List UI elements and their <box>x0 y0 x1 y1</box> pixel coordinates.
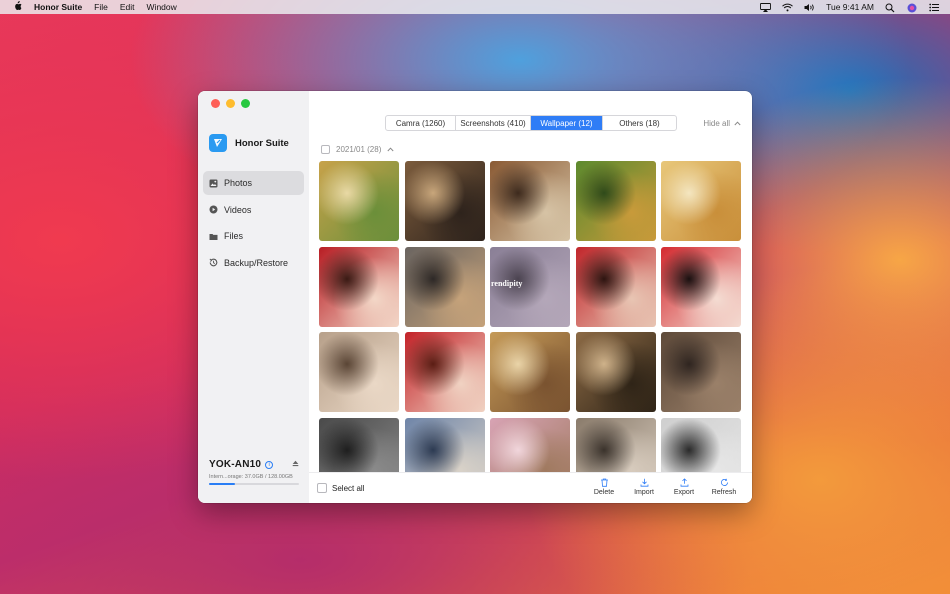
select-all-checkbox[interactable] <box>317 483 327 493</box>
tab-screenshots[interactable]: Screenshots (410) <box>456 116 531 130</box>
menu-edit[interactable]: Edit <box>120 2 135 12</box>
info-icon[interactable]: i <box>265 460 274 469</box>
sidebar-item-label: Photos <box>224 178 253 188</box>
hide-all-label: Hide all <box>703 119 730 128</box>
refresh-label: Refresh <box>711 489 737 496</box>
photo-thumbnail[interactable] <box>575 161 656 241</box>
storage-bar-fill <box>209 483 236 485</box>
photo-thumbnail[interactable] <box>661 332 741 412</box>
photo-thumbnail[interactable] <box>661 161 741 241</box>
sidebar-item-videos[interactable]: Videos <box>203 198 304 222</box>
refresh-button[interactable]: Refresh <box>704 478 744 496</box>
photo-thumbnail[interactable] <box>490 417 570 473</box>
storage-bar <box>209 483 299 485</box>
close-window-button[interactable] <box>211 99 220 108</box>
sidebar-item-label: Videos <box>224 204 252 215</box>
collapse-group-chevron-icon[interactable] <box>387 145 394 154</box>
photo-thumbnail[interactable] <box>404 332 485 412</box>
delete-label: Delete <box>593 489 615 496</box>
sidebar-item-backup-restore[interactable]: Backup/Restore <box>203 251 304 275</box>
photo-grid: rendipity <box>319 161 743 473</box>
trash-icon <box>600 478 608 487</box>
hide-all-button[interactable]: Hide all <box>703 119 741 128</box>
folder-icon <box>209 232 218 241</box>
honor-suite-logo-icon <box>209 134 227 152</box>
control-center-icon[interactable] <box>929 3 940 12</box>
menu-window[interactable]: Window <box>147 2 177 12</box>
photo-thumbnail[interactable] <box>661 417 741 473</box>
brand-name: Honor Suite <box>235 137 289 149</box>
refresh-icon <box>720 478 728 486</box>
airplay-icon[interactable] <box>760 2 772 12</box>
window-controls <box>211 99 250 108</box>
tab-wallpaper[interactable]: Wallpaper (12) <box>531 116 603 130</box>
export-button[interactable]: Export <box>664 478 704 496</box>
wifi-icon[interactable] <box>782 3 793 12</box>
sidebar-item-label: Files <box>224 231 244 241</box>
photo-thumbnail[interactable] <box>404 246 485 327</box>
videos-icon <box>209 205 218 214</box>
photo-thumbnail[interactable] <box>319 246 399 327</box>
import-button[interactable]: Import <box>624 478 664 496</box>
group-select-checkbox[interactable] <box>321 145 330 154</box>
export-icon <box>680 478 688 487</box>
menu-app-name[interactable]: Honor Suite <box>34 2 82 12</box>
photo-thumbnail[interactable]: rendipity <box>490 246 570 327</box>
photo-thumbnail[interactable] <box>404 161 485 241</box>
apple-icon[interactable] <box>12 1 22 13</box>
photo-thumbnail[interactable] <box>319 417 399 473</box>
sidebar-item-photos[interactable]: Photos <box>203 171 304 195</box>
photo-thumbnail[interactable] <box>661 246 741 327</box>
volume-icon[interactable] <box>804 3 815 12</box>
photos-icon <box>209 179 218 188</box>
menu-clock[interactable]: Tue 9:41 AM <box>826 2 874 12</box>
device-name: YOK-AN10 <box>209 459 262 470</box>
app-window: Honor Suite Photos Videos Files Backup/R… <box>198 91 752 503</box>
sidebar-item-files[interactable]: Files <box>203 224 304 248</box>
brand: Honor Suite <box>209 134 289 152</box>
category-tabs: Camra (1260) Screenshots (410) Wallpaper… <box>385 115 677 131</box>
sidebar-nav: Photos Videos Files Backup/Restore <box>203 171 304 277</box>
chevron-up-icon <box>734 119 741 128</box>
minimize-window-button[interactable] <box>226 99 235 108</box>
bottom-toolbar: Select all Delete Import Export Refresh <box>309 472 752 503</box>
import-label: Import <box>634 489 654 496</box>
photo-thumbnail[interactable] <box>575 246 656 327</box>
backup-icon <box>209 258 218 267</box>
device-panel: YOK-AN10 i Intern...orage: 37.0GB / 128.… <box>209 459 299 485</box>
export-label: Export <box>673 489 695 496</box>
siri-icon[interactable] <box>907 3 918 12</box>
import-icon <box>640 478 648 487</box>
maximize-window-button[interactable] <box>241 99 250 108</box>
photo-thumbnail[interactable] <box>490 161 570 241</box>
photo-thumbnail[interactable] <box>319 161 399 241</box>
delete-button[interactable]: Delete <box>584 478 624 496</box>
sidebar-item-label: Backup/Restore <box>224 257 289 268</box>
select-all-label: Select all <box>332 483 365 493</box>
photo-thumbnail[interactable] <box>490 332 570 412</box>
storage-text: Intern...orage: 37.0GB / 128.00GB <box>209 474 293 480</box>
menu-file[interactable]: File <box>94 2 108 12</box>
photo-thumbnail[interactable] <box>319 332 399 412</box>
spotlight-search-icon[interactable] <box>885 3 896 12</box>
photo-thumbnail[interactable] <box>575 417 656 473</box>
photo-thumbnail[interactable] <box>575 332 656 412</box>
date-group-label: 2021/01 (28) <box>336 145 382 154</box>
tab-others[interactable]: Others (18) <box>603 116 676 130</box>
main-content: Camra (1260) Screenshots (410) Wallpaper… <box>309 91 752 503</box>
toolbar-actions: Delete Import Export Refresh <box>584 478 744 496</box>
photo-thumbnail[interactable] <box>404 417 485 473</box>
select-all-control[interactable]: Select all <box>317 483 364 493</box>
photo-caption-text: rendipity <box>491 278 523 288</box>
menu-bar: Honor Suite File Edit Window Tue 9:41 AM <box>0 0 950 14</box>
tab-camera[interactable]: Camra (1260) <box>386 116 456 130</box>
sidebar: Honor Suite Photos Videos Files Backup/R… <box>198 91 309 503</box>
eject-icon[interactable] <box>292 460 299 469</box>
date-group-header: 2021/01 (28) <box>321 145 394 154</box>
